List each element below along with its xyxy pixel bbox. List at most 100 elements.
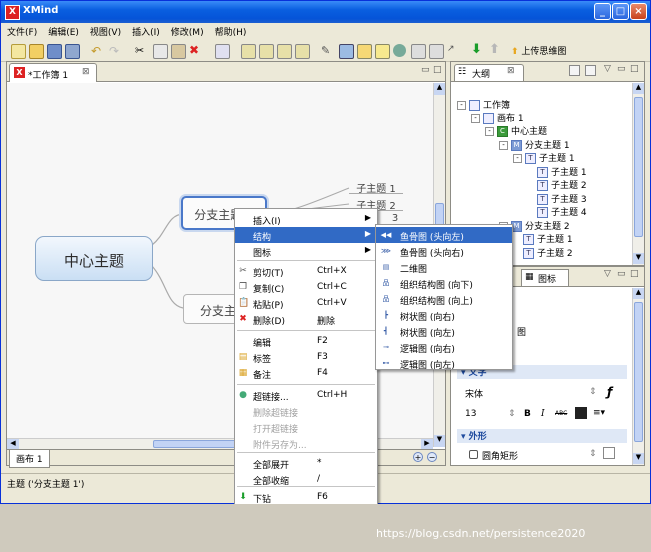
save-icon[interactable] [47, 44, 62, 59]
hyperlink-icon[interactable] [393, 44, 406, 57]
icons-tab[interactable]: ▦ 图标 [521, 269, 569, 286]
drill-down-icon[interactable]: ⬇ [471, 43, 484, 57]
structure-option[interactable]: ⊸ 逻辑图 (向右) [376, 339, 512, 355]
redo-icon[interactable]: ↷ [109, 44, 122, 58]
outline-tab[interactable]: ☷ 大纲 ⊠ [454, 64, 524, 81]
font-color-button[interactable] [575, 407, 587, 419]
outline-row[interactable]: - 画布 1 [471, 111, 524, 124]
scroll-left-icon[interactable]: ◀ [7, 439, 19, 449]
align-icon[interactable]: ≡▾ [593, 408, 605, 418]
delete-icon[interactable]: ✖ [189, 44, 202, 57]
context-menu-item[interactable]: ● 超链接... Ctrl+H [235, 387, 377, 403]
structure-option[interactable]: ⋙ 鱼骨图 (头向右) [376, 243, 512, 259]
shape-section-header[interactable]: ▾ 外形 [457, 429, 627, 443]
scroll-down-icon[interactable]: ▼ [633, 453, 644, 464]
outline-row[interactable]: - 工作簿 [457, 98, 510, 111]
close-button[interactable]: × [630, 3, 647, 20]
outline-row[interactable]: - M 分支主题 1 [499, 138, 570, 151]
view-menu-icon[interactable]: ▽ [604, 269, 611, 279]
outline-row[interactable]: T 子主题 1 [523, 232, 573, 245]
scroll-up-icon[interactable]: ▲ [633, 288, 644, 299]
italic-button[interactable]: I [541, 409, 545, 419]
minimize-outline-icon[interactable]: ▭ [617, 64, 626, 74]
maximize-outline-icon[interactable]: □ [630, 64, 639, 74]
font-picker-icon[interactable]: ƒ [607, 385, 612, 399]
structure-option[interactable]: 品 组织结构图 (向上) [376, 291, 512, 307]
insert-topic-icon[interactable] [241, 44, 256, 59]
maximize-view-icon[interactable]: □ [433, 65, 442, 75]
boundary-icon[interactable] [411, 44, 426, 59]
context-menu-item[interactable]: 图标 ▶ [235, 243, 377, 259]
size-stepper-icon[interactable]: ⇕ [508, 409, 516, 419]
structure-option[interactable]: ┣ 树状图 (向右) [376, 307, 512, 323]
context-menu-item[interactable]: 全部收缩 / [235, 471, 377, 487]
context-menu-item[interactable]: ✂ 剪切(T) Ctrl+X [235, 263, 377, 279]
image-icon[interactable] [339, 44, 354, 59]
shape-stepper-icon[interactable]: ⇕ [589, 449, 597, 459]
insert-subtopic-icon[interactable] [259, 44, 274, 59]
context-menu-item[interactable]: ✖ 删除(D) 删除 [235, 311, 377, 327]
outline-row[interactable]: - T 子主题 1 [513, 151, 575, 164]
attachment-icon[interactable]: ✎ [321, 44, 334, 57]
context-menu-item[interactable]: 插入(I) ▶ [235, 211, 377, 227]
expand-icon[interactable]: - [499, 141, 508, 150]
label-icon[interactable] [357, 44, 372, 59]
drill-up-icon[interactable]: ⬆ [489, 43, 502, 57]
collapse-all-icon[interactable] [569, 65, 580, 76]
outline-row[interactable]: T 子主题 3 [537, 192, 587, 205]
font-size-field[interactable]: 13 [465, 409, 476, 419]
cut-icon[interactable]: ✂ [135, 44, 148, 57]
undo-icon[interactable]: ↶ [91, 44, 104, 58]
upload-map-button[interactable]: ⬆ 上传思维图 [511, 44, 566, 57]
workbook-tab[interactable]: X *工作簿 1 ⊠ [9, 63, 97, 82]
expand-icon[interactable]: - [513, 154, 522, 163]
zoom-icon[interactable] [215, 44, 230, 59]
zoom-out-icon[interactable]: − [427, 452, 437, 462]
context-menu-item[interactable]: 📋 粘贴(P) Ctrl+V [235, 295, 377, 311]
outline-scroll-thumb[interactable] [634, 97, 643, 237]
close-outline-icon[interactable]: ⊠ [507, 66, 515, 76]
scroll-up-icon[interactable]: ▲ [633, 83, 644, 94]
minimize-view-icon[interactable]: ▭ [421, 65, 430, 75]
context-menu-item[interactable]: 结构 ▶ [235, 227, 377, 243]
close-tab-icon[interactable]: ⊠ [82, 67, 90, 77]
outline-row[interactable]: T 子主题 2 [537, 178, 587, 191]
scroll-down-icon[interactable]: ▼ [633, 253, 644, 264]
structure-option[interactable]: 品 组织结构图 (向下) [376, 275, 512, 291]
shape-select[interactable]: 圆角矩形 [482, 449, 518, 462]
expand-icon[interactable]: - [457, 101, 466, 110]
expand-icon[interactable]: - [485, 127, 494, 136]
context-menu-item[interactable]: 编辑 F2 [235, 333, 377, 349]
note-icon[interactable] [375, 44, 390, 59]
maximize-props-icon[interactable]: □ [630, 269, 639, 279]
subtopic-1[interactable]: 子主题 1 [349, 180, 403, 195]
relationship-icon[interactable]: ↗ [447, 44, 460, 57]
save-all-icon[interactable] [65, 44, 80, 59]
menu-help[interactable]: 帮助(H) [209, 23, 252, 38]
scroll-right-icon[interactable]: ▶ [421, 439, 433, 449]
context-menu-item[interactable]: 全部展开 * [235, 455, 377, 471]
context-menu-item[interactable]: ▤ 标签 F3 [235, 349, 377, 365]
bold-button[interactable]: B [524, 409, 531, 419]
menu-insert[interactable]: 插入(I) [126, 23, 165, 38]
scroll-up-icon[interactable]: ▲ [434, 83, 445, 95]
structure-option[interactable]: ⊷ 逻辑图 (向左) [376, 355, 512, 371]
outline-scrollbar[interactable]: ▲ ▼ [632, 83, 644, 265]
context-menu-item[interactable]: ❐ 复制(C) Ctrl+C [235, 279, 377, 295]
insert-floating-icon[interactable] [295, 44, 310, 59]
context-menu-item[interactable]: ▦ 备注 F4 [235, 365, 377, 381]
scroll-down-icon[interactable]: ▼ [434, 435, 445, 447]
summary-icon[interactable] [429, 44, 444, 59]
central-topic[interactable]: 中心主题 [35, 236, 153, 281]
copy-icon[interactable] [153, 44, 168, 59]
structure-option[interactable]: ┫ 树状图 (向左) [376, 323, 512, 339]
open-folder-icon[interactable] [29, 44, 44, 59]
menu-file[interactable]: 文件(F) [1, 23, 42, 38]
font-name-field[interactable]: 宋体 [465, 387, 483, 400]
insert-parent-icon[interactable] [277, 44, 292, 59]
properties-scroll-thumb[interactable] [634, 302, 643, 442]
expand-icon[interactable]: - [471, 114, 480, 123]
structure-option[interactable]: ▤ 二维图 [376, 259, 512, 275]
zoom-in-icon[interactable]: + [413, 452, 423, 462]
new-file-icon[interactable] [11, 44, 26, 59]
